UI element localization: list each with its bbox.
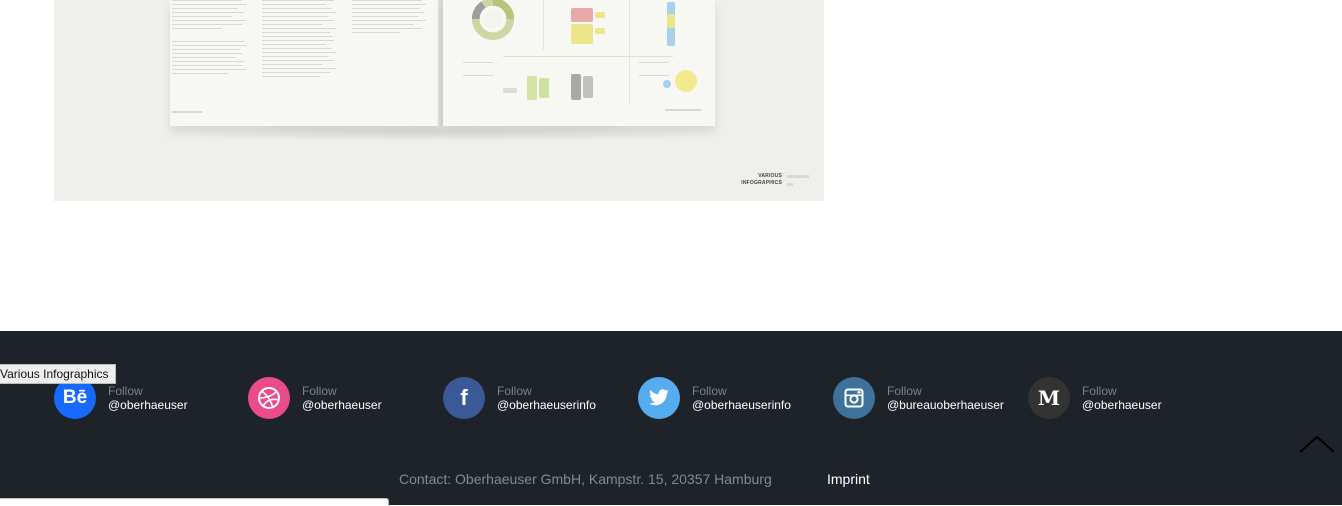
text-column: [172, 0, 250, 77]
social-link-dribbble[interactable]: Follow @oberhaeuser: [248, 377, 382, 419]
column-divider: [629, 0, 630, 104]
caption-lines: [639, 62, 669, 76]
social-handle: @oberhaeuser: [1082, 398, 1162, 412]
social-handle: @oberhaeuserinfo: [692, 398, 791, 412]
contact-address: Contact: Oberhaeuser GmbH, Kampstr. 15, …: [399, 471, 772, 487]
imprint-link[interactable]: Imprint: [827, 471, 870, 487]
chart-block: [527, 76, 537, 100]
chart-block: [571, 24, 593, 44]
caption-line: [503, 56, 673, 57]
column-divider: [543, 0, 544, 50]
text-column: [262, 0, 340, 80]
site-footer: Bē Follow @oberhaeuser Follow @oberhaeus…: [0, 331, 1342, 505]
book-right-page: [443, 0, 715, 126]
social-link-instagram[interactable]: Follow @bureauoberhaeuser: [833, 377, 1004, 419]
back-to-top-chevron-icon[interactable]: [1298, 433, 1336, 455]
chart-bubble: [675, 70, 697, 92]
dribbble-icon: [248, 377, 290, 419]
project-image[interactable]: VARIOUS INFOGRAPHICS: [54, 0, 824, 201]
chart-tag: [595, 28, 605, 34]
follow-label: Follow: [1082, 384, 1117, 398]
follow-label: Follow: [302, 384, 337, 398]
chart-block: [503, 88, 517, 93]
chart-block: [571, 74, 581, 100]
caption-lines: [463, 62, 493, 76]
text-column: [352, 0, 430, 36]
social-handle: @oberhaeuserinfo: [497, 398, 596, 412]
medium-icon: M: [1028, 377, 1070, 419]
chart-block: [571, 8, 593, 22]
social-handle: @oberhaeuser: [302, 398, 382, 412]
follow-label: Follow: [497, 384, 532, 398]
caption-bar: [787, 183, 793, 186]
facebook-icon: f: [443, 377, 485, 419]
caption-line-2: INFOGRAPHICS: [741, 180, 782, 186]
twitter-icon: [638, 377, 680, 419]
page-footer-text: [665, 109, 701, 111]
caption-bar: [787, 175, 809, 178]
chart-bubble: [663, 80, 671, 88]
social-link-medium[interactable]: M Follow @oberhaeuser: [1028, 377, 1162, 419]
donut-chart-graphic: [471, 0, 515, 41]
caption-line-1: VARIOUS: [758, 173, 782, 179]
page-footer-text: [172, 111, 202, 113]
social-handle: @oberhaeuser: [108, 398, 188, 412]
social-link-facebook[interactable]: f Follow @oberhaeuserinfo: [443, 377, 596, 419]
instagram-icon: [833, 377, 875, 419]
follow-label: Follow: [108, 384, 143, 398]
image-caption: VARIOUS INFOGRAPHICS: [741, 173, 782, 187]
chart-tag: [595, 12, 605, 18]
chart-block: [667, 14, 675, 28]
image-tooltip: Various Infographics: [0, 364, 116, 384]
social-handle: @bureauoberhaeuser: [887, 398, 1004, 412]
book-left-page: [170, 0, 440, 126]
chart-block: [583, 76, 593, 98]
chart-block: [539, 78, 549, 98]
social-link-twitter[interactable]: Follow @oberhaeuserinfo: [638, 377, 791, 419]
follow-label: Follow: [887, 384, 922, 398]
follow-label: Follow: [692, 384, 727, 398]
